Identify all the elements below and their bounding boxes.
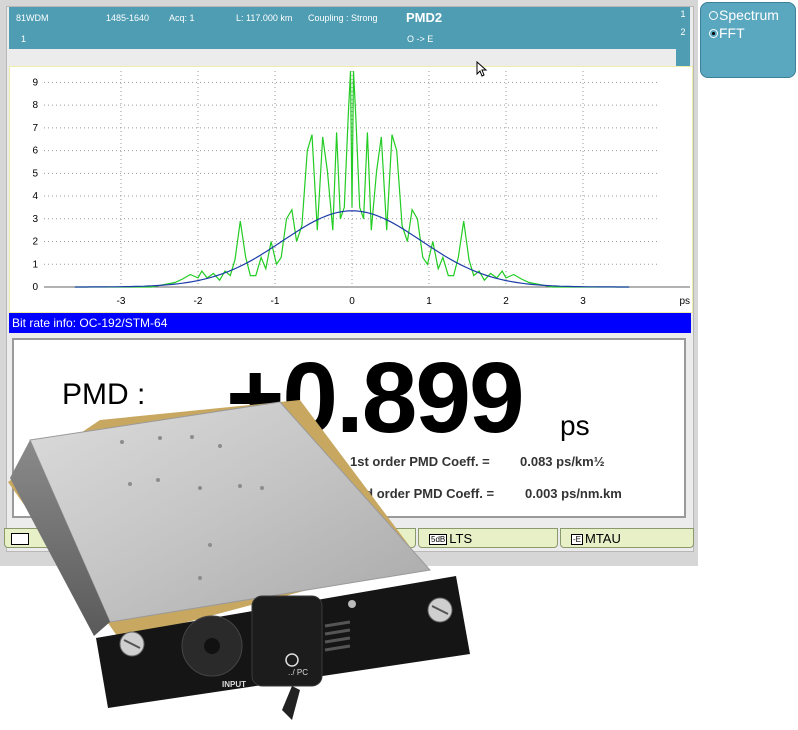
pmd-plugin-module-image: INPUT ../ PC <box>8 400 470 720</box>
mouse-pointer-icon <box>476 60 488 80</box>
y-tick-label: 9 <box>32 77 38 88</box>
mtau-icon: -E <box>571 534 583 546</box>
tab-mtau-label: MTAU <box>585 531 621 546</box>
y-tick-label: 1 <box>32 259 38 270</box>
y-tick-label: 7 <box>32 123 38 134</box>
fiber-length: L: 117.000 km <box>236 13 293 23</box>
x-tick-label: 1 <box>426 296 432 307</box>
first-order-coef-value: 0.083 ps/km½ <box>520 454 605 469</box>
y-tick-label: 4 <box>32 191 38 202</box>
module-input-label: INPUT <box>222 680 246 689</box>
coupling-mode: Coupling : Strong <box>308 13 378 23</box>
x-unit-label: ps <box>679 296 690 307</box>
direction-label: O -> E <box>407 34 434 44</box>
pmd-unit: ps <box>560 410 590 441</box>
y-tick-label: 3 <box>32 214 38 225</box>
fft-option[interactable]: FFT <box>709 25 745 41</box>
x-tick-label: 2 <box>503 296 509 307</box>
trace-2-badge[interactable]: 2 <box>676 25 690 39</box>
x-tick-label: -1 <box>271 296 280 307</box>
y-tick-label: 2 <box>32 237 38 248</box>
wdm-module-label: 81WDM <box>16 13 49 23</box>
wavelength-range: 1485-1640 <box>106 13 150 23</box>
x-tick-label: 3 <box>580 296 586 307</box>
spectrum-radio-icon[interactable] <box>709 11 718 20</box>
tab-mtau[interactable]: -E MTAU <box>560 528 694 548</box>
x-tick-label: -3 <box>117 296 126 307</box>
spectrum-option[interactable]: Spectrum <box>709 7 779 23</box>
display-mode-panel: Spectrum FFT <box>700 2 796 78</box>
fft-chart-svg: 0 1 2 3 4 5 6 7 8 9 -3 -2 -1 0 1 2 3 ps <box>32 70 690 307</box>
y-tick-label: 8 <box>32 100 38 111</box>
channel-number: 1 <box>21 34 27 44</box>
fft-radio-icon[interactable] <box>709 29 718 38</box>
y-tick-label: 6 <box>32 146 38 157</box>
y-tick-label: 0 <box>32 282 38 293</box>
x-tick-label: 0 <box>349 296 355 307</box>
fft-chart: 0 1 2 3 4 5 6 7 8 9 -3 -2 -1 0 1 2 3 ps <box>9 66 693 313</box>
spectrum-option-label: Spectrum <box>719 7 779 23</box>
fft-option-label: FFT <box>719 25 745 41</box>
measurement-title: PMD2 <box>406 10 443 25</box>
y-tick-label: 5 <box>32 168 38 179</box>
bitrate-info-bar: Bit rate info: OC-192/STM-64 <box>9 313 691 333</box>
second-order-coef-value: 0.003 ps/nm.km <box>525 486 622 501</box>
x-tick-label: -2 <box>194 296 203 307</box>
measurement-header: 81WDM 1 1485-1640 Acq: 1 L: 117.000 km C… <box>9 7 676 49</box>
acquisition-count: Acq: 1 <box>169 13 195 23</box>
trace-1-badge[interactable]: 1 <box>676 7 690 21</box>
module-connector-label: ../ PC <box>288 668 308 677</box>
